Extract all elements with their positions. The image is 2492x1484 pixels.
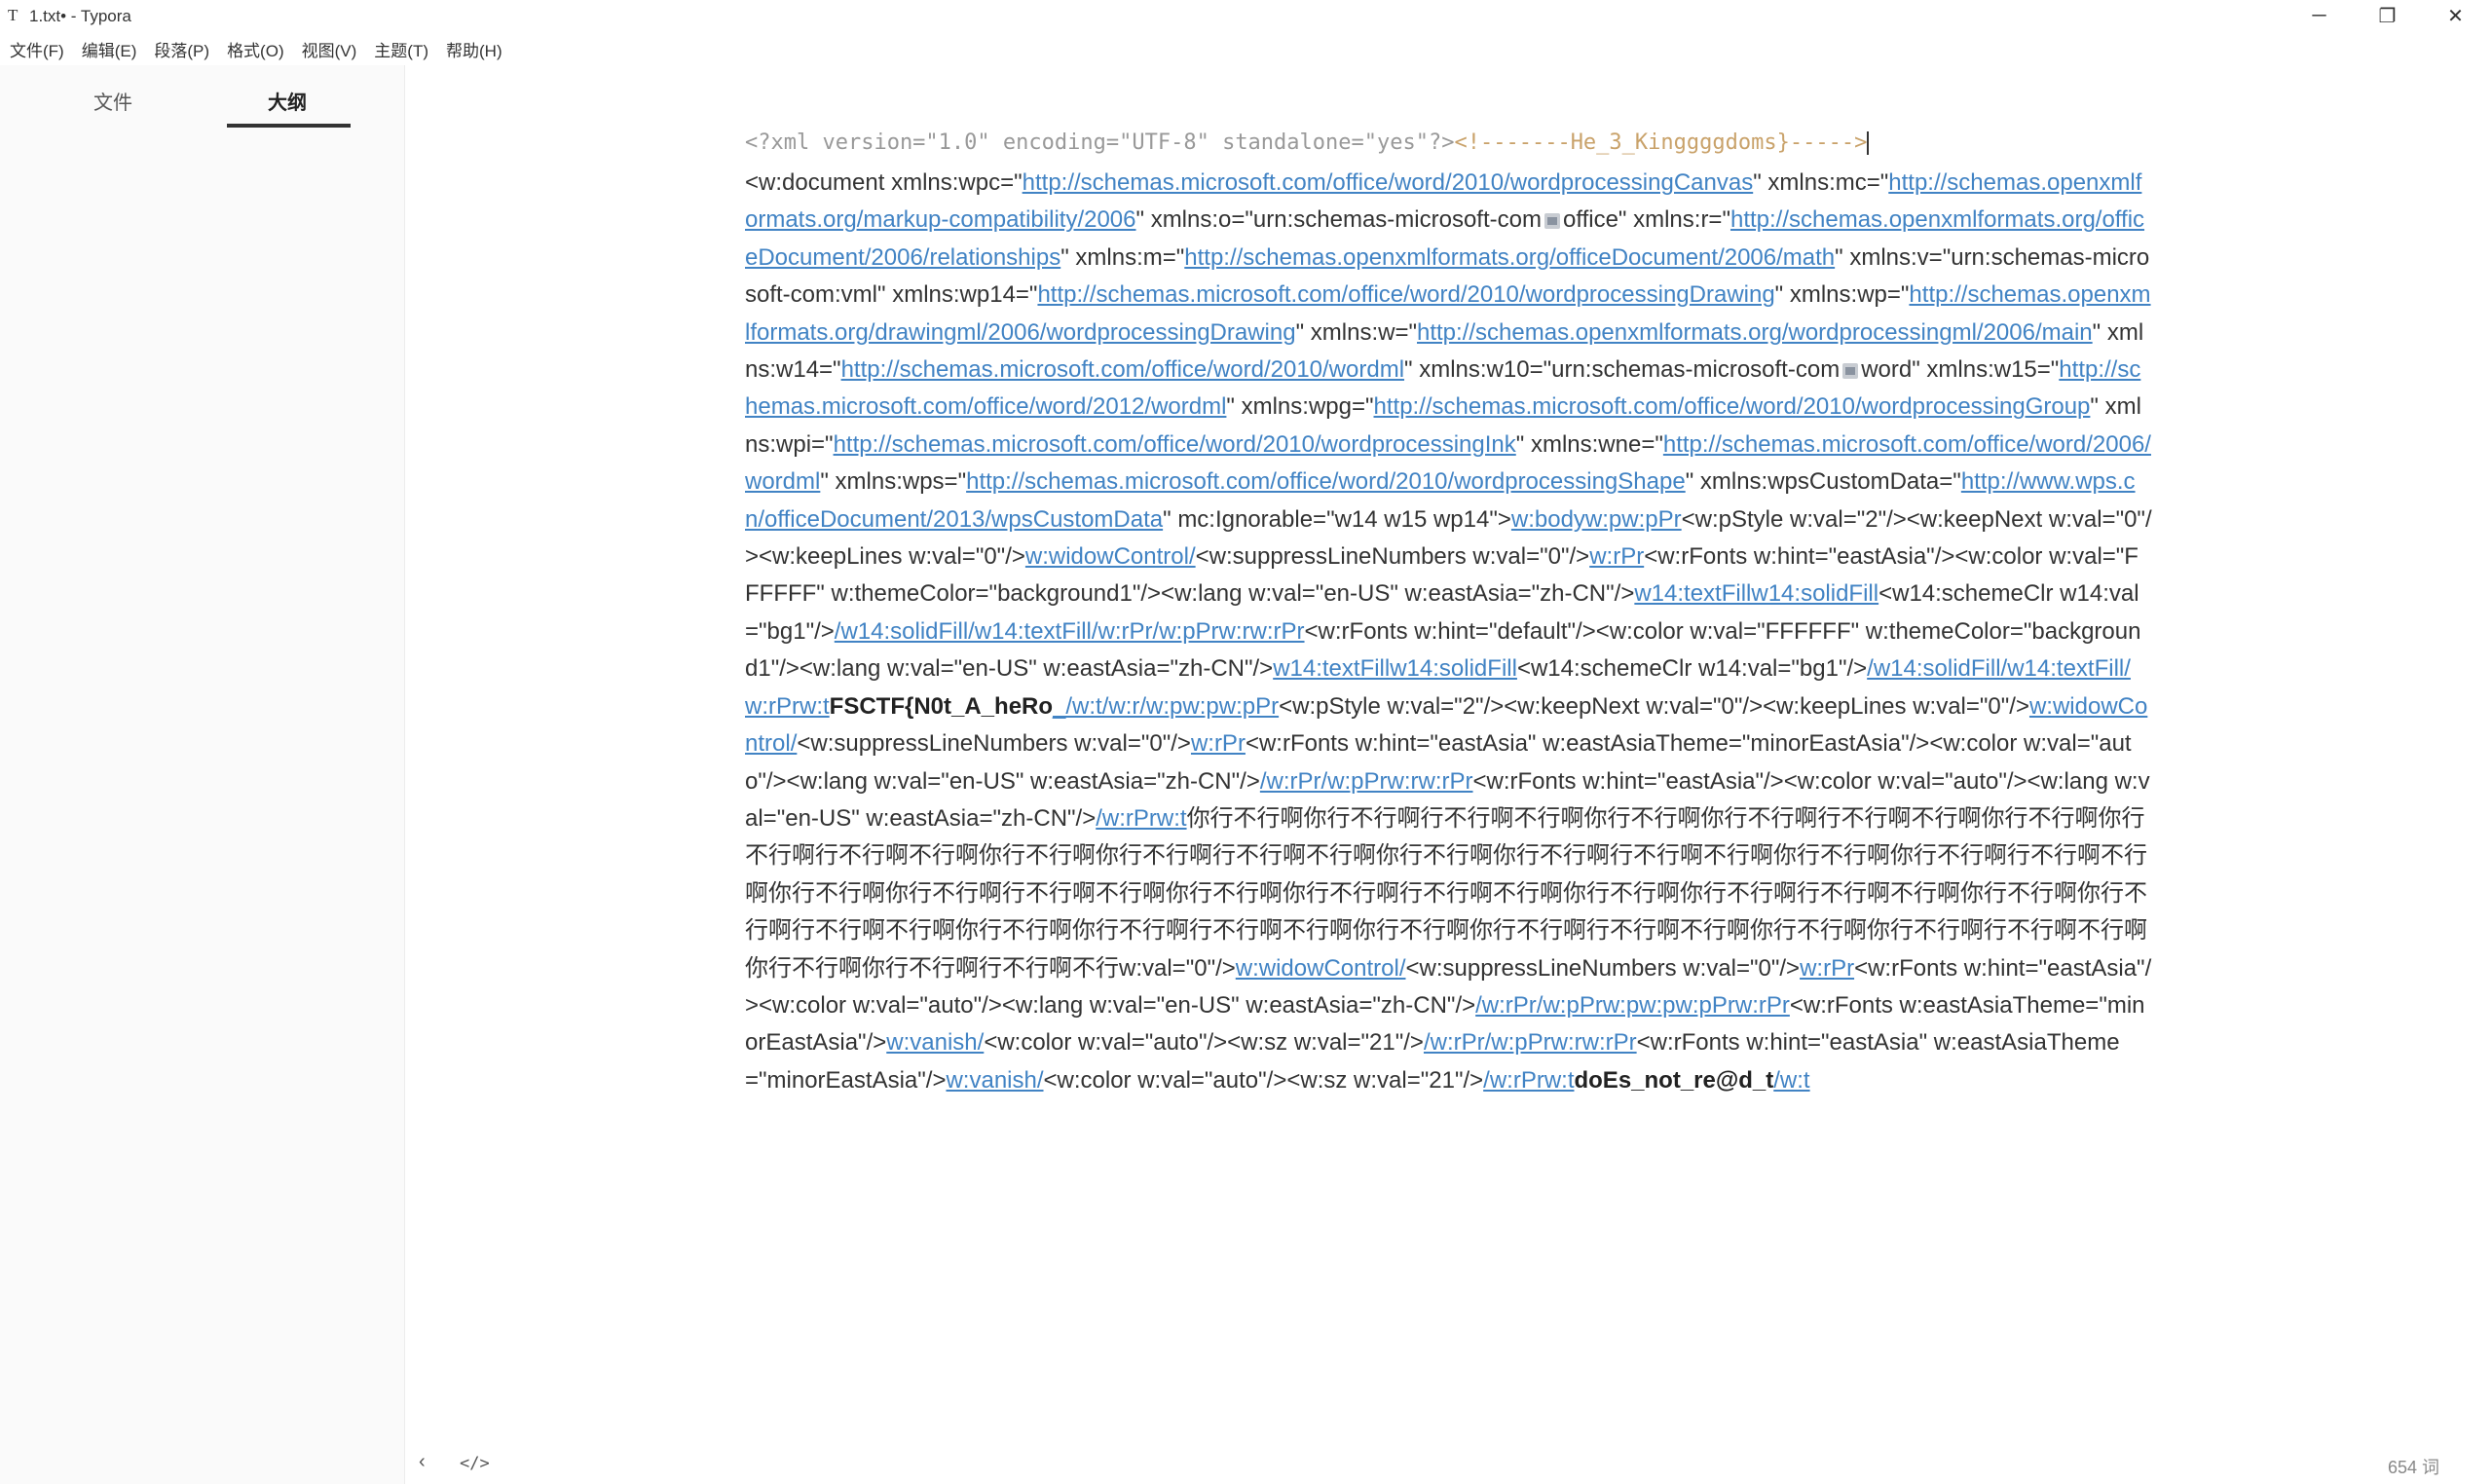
- text-run: " mc:Ignorable="w14 w15 wp14">: [1163, 505, 1511, 533]
- link[interactable]: http://schemas.openxmlformats.org/wordpr…: [1417, 319, 2093, 346]
- menu-bar: 文件(F) 编辑(E) 段落(P) 格式(O) 视图(V) 主题(T) 帮助(H…: [0, 32, 520, 65]
- close-icon[interactable]: ✕: [2422, 0, 2489, 32]
- link[interactable]: /w:t: [1773, 1067, 1809, 1094]
- text-run: <w:color w:val="auto"/><w:sz w:val="21"/…: [984, 1029, 1424, 1057]
- menu-format[interactable]: 格式(O): [227, 37, 284, 61]
- link[interactable]: http://schemas.microsoft.com/office/word…: [834, 431, 1516, 458]
- text-run: " xmlns:w=": [1295, 318, 1417, 346]
- link[interactable]: w:widowControl/: [1236, 955, 1406, 982]
- text-run: <w:suppressLineNumbers w:val="0"/>: [1195, 543, 1590, 571]
- tab-outline[interactable]: 大纲: [268, 87, 307, 115]
- text-run: <w14:schemeClr w14:val="bg1"/>: [1516, 655, 1868, 683]
- link[interactable]: /w:rPr/w:pPrw:pw:pw:pPrw:rPr: [1475, 992, 1790, 1019]
- text-run: " xmlns:w10="urn:schemas-microsoft-com: [1404, 356, 1841, 384]
- bold-text: doEs_not_re@d_t: [1574, 1066, 1774, 1094]
- link[interactable]: w14:textFillw14:solidFill: [1273, 655, 1517, 682]
- text-run: " xmlns:wpsCustomData=": [1685, 468, 1961, 496]
- link[interactable]: w:rPr: [1589, 543, 1644, 570]
- word-count[interactable]: 654 词: [2388, 1454, 2439, 1479]
- link[interactable]: w:vanish/: [946, 1067, 1043, 1094]
- typora-logo-icon: T: [8, 6, 19, 24]
- document-paragraph[interactable]: <w:document xmlns:wpc="http://schemas.mi…: [745, 165, 2152, 1099]
- menu-view[interactable]: 视图(V): [302, 37, 357, 61]
- link[interactable]: /w:rPrw:t: [1096, 805, 1186, 832]
- xml-declaration: <?xml version="1.0" encoding="UTF-8" sta…: [745, 130, 1455, 155]
- minimize-icon[interactable]: ─: [2286, 0, 2353, 32]
- link[interactable]: http://schemas.microsoft.com/office/word…: [841, 356, 1404, 383]
- toggle-sidebar-icon[interactable]: ‹: [419, 1451, 426, 1473]
- text-run: " xmlns:m=": [1060, 243, 1185, 271]
- text-run: <w:color w:val="auto"/><w:sz w:val="21"/…: [1043, 1066, 1484, 1094]
- menu-file[interactable]: 文件(F): [10, 37, 64, 61]
- link[interactable]: w:vanish/: [886, 1029, 984, 1056]
- broken-image-icon[interactable]: [1840, 361, 1861, 381]
- text-run: office" xmlns:r=": [1562, 206, 1730, 234]
- sidebar: 文件 大纲: [0, 65, 405, 1484]
- restore-icon[interactable]: ❐: [2354, 0, 2421, 32]
- html-comment: <!-------He_3_Kinggggdoms}----->: [1454, 130, 1868, 155]
- link[interactable]: w:rPr: [1800, 955, 1854, 982]
- link[interactable]: http://schemas.openxmlformats.org/office…: [1184, 244, 1835, 271]
- link[interactable]: http://schemas.microsoft.com/office/word…: [1023, 169, 1754, 196]
- link[interactable]: http://schemas.microsoft.com/office/word…: [1374, 393, 2091, 420]
- tab-files[interactable]: 文件: [93, 87, 132, 115]
- link[interactable]: /w14:solidFill/w14:textFill/w:rPr/w:pPrw…: [835, 618, 1305, 645]
- menu-help[interactable]: 帮助(H): [446, 37, 502, 61]
- editor-content[interactable]: <?xml version="1.0" encoding="UTF-8" sta…: [745, 122, 2152, 1099]
- menu-paragraph[interactable]: 段落(P): [154, 37, 209, 61]
- link[interactable]: w14:textFillw14:solidFill: [1634, 580, 1878, 607]
- broken-image-icon[interactable]: [1542, 211, 1563, 231]
- text-run: " xmlns:o="urn:schemas-microsoft-com: [1135, 206, 1542, 234]
- title-bar: T 1.txt• - Typora ─ ❐ ✕: [0, 0, 2492, 32]
- text-run: <w:pStyle w:val="2"/><w:keepNext w:val="…: [1279, 692, 2029, 720]
- link[interactable]: http://schemas.microsoft.com/office/word…: [1037, 281, 1774, 308]
- text-cursor: [1867, 131, 1870, 155]
- source-code-mode-icon[interactable]: </>: [460, 1454, 490, 1473]
- text-run: " xmlns:mc=": [1753, 169, 1889, 196]
- text-run: <w:suppressLineNumbers w:val="0"/>: [1405, 954, 1801, 982]
- bold-text: FSCTF{N0t_A_heRo: [829, 692, 1054, 720]
- link[interactable]: w:bodyw:pw:pPr: [1511, 506, 1682, 533]
- text-run: <w:suppressLineNumbers w:val="0"/>: [797, 730, 1191, 758]
- xml-declaration-line[interactable]: <?xml version="1.0" encoding="UTF-8" sta…: [745, 122, 2152, 165]
- link[interactable]: /w:rPr/w:pPrw:rw:rPr: [1424, 1029, 1637, 1056]
- link[interactable]: w:widowControl/: [1025, 543, 1196, 570]
- text-run: <w:document xmlns:wpc=": [745, 169, 1023, 196]
- link[interactable]: w:rPr: [1191, 730, 1246, 757]
- menu-themes[interactable]: 主题(T): [374, 37, 428, 61]
- text-run: " xmlns:wpg=": [1226, 393, 1374, 421]
- window-title: 1.txt• - Typora: [29, 7, 131, 25]
- link[interactable]: /w:rPr/w:pPrw:rw:rPr: [1260, 768, 1473, 795]
- text-run: w:val="0"/>: [1119, 954, 1236, 982]
- menu-edit[interactable]: 编辑(E): [82, 37, 137, 61]
- link[interactable]: _/w:t/w:r/w:pw:pw:pPr: [1053, 693, 1279, 720]
- link[interactable]: /w:rPrw:t: [1483, 1067, 1574, 1094]
- active-tab-indicator: [227, 124, 351, 128]
- text-run: word" xmlns:w15=": [1861, 356, 2060, 384]
- link[interactable]: http://schemas.microsoft.com/office/word…: [966, 468, 1686, 495]
- text-run: " xmlns:wne=": [1515, 430, 1663, 458]
- text-run: " xmlns:wps=": [820, 468, 967, 496]
- text-run: " xmlns:wp=": [1774, 281, 1910, 309]
